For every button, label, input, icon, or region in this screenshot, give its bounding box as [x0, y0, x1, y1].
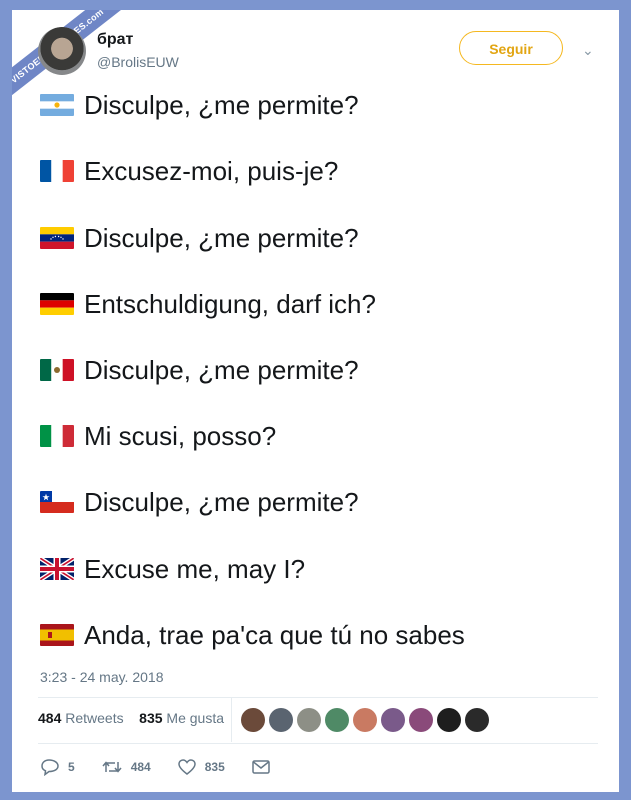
- tweet-line-text: Disculpe, ¿me permite?: [84, 222, 359, 253]
- divider: [38, 743, 598, 744]
- france-flag-icon: [40, 160, 74, 182]
- tweet-timestamp[interactable]: 3:23 - 24 may. 2018: [40, 669, 163, 685]
- avatar[interactable]: [465, 708, 489, 732]
- tweet-line: Disculpe, ¿me permite?: [40, 355, 359, 385]
- tweet-line: Excuse me, may I?: [40, 554, 305, 584]
- united-kingdom-flag-icon: [40, 558, 74, 580]
- tweet-line: Entschuldigung, darf ich?: [40, 289, 376, 319]
- avatar[interactable]: [269, 708, 293, 732]
- retweet-icon: [102, 761, 122, 773]
- stats-separator: [231, 698, 232, 742]
- tweet-line: Disculpe, ¿me permite?: [40, 223, 359, 253]
- tweet-line-text: Entschuldigung, darf ich?: [84, 288, 376, 319]
- likes-count[interactable]: 835: [139, 710, 162, 726]
- avatar[interactable]: [437, 708, 461, 732]
- tweet-line: Mi scusi, posso?: [40, 421, 276, 451]
- avatar[interactable]: [38, 27, 86, 75]
- tweet-card: VISTOENLASREDES.com брат @BrolisEUW Segu…: [12, 10, 619, 792]
- like-action-count: 835: [204, 760, 225, 774]
- liker-avatars: [241, 708, 489, 732]
- divider: [38, 697, 598, 698]
- spain-flag-icon: [40, 624, 74, 646]
- engagement-stats: 484 Retweets 835 Me gusta: [38, 710, 224, 726]
- display-name[interactable]: брат: [97, 31, 133, 49]
- argentina-flag-icon: [40, 94, 74, 116]
- chile-flag-icon: [40, 491, 74, 513]
- tweet-line-text: Excusez-moi, puis-je?: [84, 155, 339, 186]
- avatar[interactable]: [409, 708, 433, 732]
- tweet-line: Disculpe, ¿me permite?: [40, 487, 359, 517]
- germany-flag-icon: [40, 293, 74, 315]
- likes-label[interactable]: Me gusta: [166, 710, 224, 726]
- reply-icon: [41, 759, 59, 776]
- message-button[interactable]: [251, 759, 279, 775]
- tweet-line-text: Excuse me, may I?: [84, 553, 306, 584]
- tweet-actions: 5 484 835: [40, 758, 305, 776]
- reply-button[interactable]: 5: [40, 758, 75, 776]
- tweet-line: Anda, trae pa'ca que tú no sabes: [40, 620, 465, 650]
- italy-flag-icon: [40, 425, 74, 447]
- avatar[interactable]: [325, 708, 349, 732]
- user-handle[interactable]: @BrolisEUW: [97, 54, 179, 70]
- mail-icon: [252, 760, 270, 774]
- avatar[interactable]: [381, 708, 405, 732]
- tweet-line-text: Mi scusi, posso?: [84, 420, 277, 451]
- tweet-line: Excusez-moi, puis-je?: [40, 156, 338, 186]
- retweet-action-count: 484: [130, 760, 151, 774]
- like-button[interactable]: 835: [177, 758, 225, 776]
- tweet-line-text: Disculpe, ¿me permite?: [84, 486, 359, 517]
- retweet-button[interactable]: 484: [101, 758, 151, 776]
- venezuela-flag-icon: [40, 227, 74, 249]
- retweets-count[interactable]: 484: [38, 710, 61, 726]
- heart-icon: [177, 759, 196, 775]
- follow-button[interactable]: Seguir: [459, 31, 563, 65]
- tweet-line: Disculpe, ¿me permite?: [40, 90, 359, 120]
- mexico-flag-icon: [40, 359, 74, 381]
- reply-count: 5: [68, 760, 75, 774]
- avatar[interactable]: [297, 708, 321, 732]
- tweet-line-text: Disculpe, ¿me permite?: [84, 89, 359, 120]
- tweet-line-text: Anda, trae pa'ca que tú no sabes: [84, 619, 465, 650]
- avatar[interactable]: [353, 708, 377, 732]
- avatar[interactable]: [241, 708, 265, 732]
- chevron-down-icon[interactable]: ⌄: [582, 42, 594, 59]
- tweet-line-text: Disculpe, ¿me permite?: [84, 354, 359, 385]
- retweets-label[interactable]: Retweets: [65, 710, 123, 726]
